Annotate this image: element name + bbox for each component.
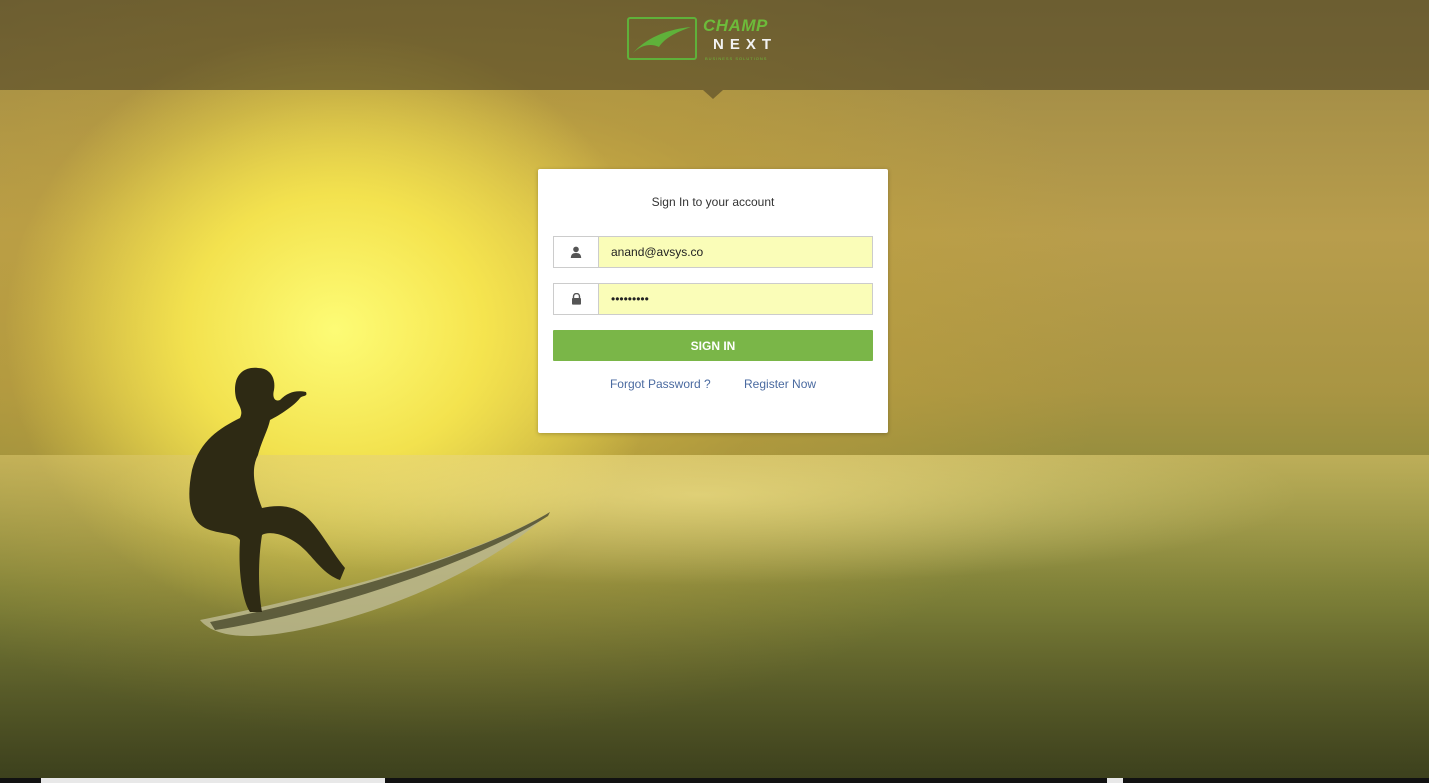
logo-text-primary: CHAMP [703,16,768,35]
auth-links: Forgot Password ? Register Now [538,377,888,391]
login-title: Sign In to your account [651,195,775,209]
scrollbar-thumb[interactable] [41,778,385,783]
password-input[interactable] [599,284,872,314]
password-field [553,283,873,315]
user-icon [554,237,599,267]
horizontal-scrollbar[interactable] [0,778,1429,783]
logo-wing-icon [627,17,697,60]
logo-tagline: BUSINESS SOLUTIONS [705,56,768,61]
brand-logo[interactable]: CHAMP NEXT BUSINESS SOLUTIONS [627,16,797,66]
scrollbar-marker [1107,778,1123,783]
sign-in-button[interactable]: SIGN IN [553,330,873,361]
register-link[interactable]: Register Now [744,377,816,391]
lock-icon [554,284,599,314]
header-caret [703,90,723,99]
login-card: Sign In to your account SIGN IN Forgot P… [538,169,888,433]
username-field [553,236,873,268]
header-bar: CHAMP NEXT BUSINESS SOLUTIONS [0,0,1429,90]
forgot-password-link[interactable]: Forgot Password ? [610,377,711,391]
logo-text-secondary: NEXT [713,36,778,53]
username-input[interactable] [599,237,872,267]
